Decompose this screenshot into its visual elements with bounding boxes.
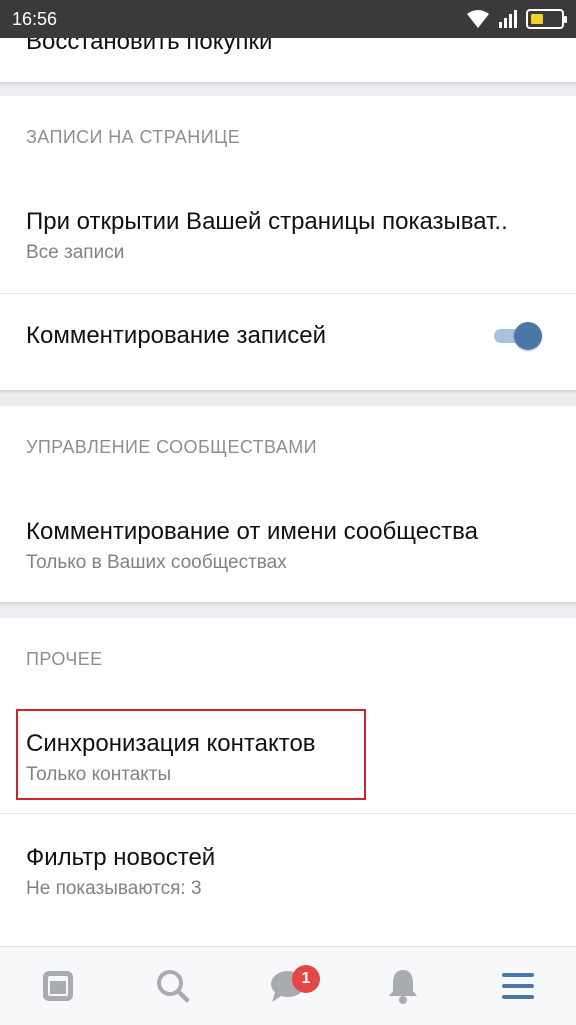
restore-purchases-label: Восстановить покупки [26, 38, 273, 55]
restore-purchases-row[interactable]: Восстановить покупки [0, 38, 576, 82]
news-icon [42, 971, 73, 1001]
status-time: 16:56 [12, 9, 58, 29]
battery-icon [526, 9, 567, 29]
bottom-navigation: 1 [0, 946, 576, 1025]
section-other-title: ПРОЧЕЕ [26, 649, 103, 669]
news-filter-value: Не показываются: 3 [26, 878, 202, 899]
messages-badge: 1 [292, 965, 320, 993]
nav-menu[interactable] [460, 947, 575, 1025]
section-communities-title: УПРАВЛЕНИЕ СООБЩЕСТВАМИ [26, 437, 317, 457]
section-communities: УПРАВЛЕНИЕ СООБЩЕСТВАМИ Комментирование … [0, 406, 576, 602]
notifications-icon [388, 970, 417, 1004]
page-display-value: Все записи [26, 242, 125, 263]
menu-icon [501, 973, 534, 999]
search-icon [156, 970, 189, 1003]
toggle-knob [514, 322, 542, 350]
section-posts-title: ЗАПИСИ НА СТРАНИЦЕ [26, 127, 241, 147]
comment-posts-title: Комментирование записей [26, 322, 327, 349]
status-icons [466, 7, 567, 31]
nav-messages[interactable]: 1 [230, 947, 345, 1025]
nav-news[interactable] [0, 947, 115, 1025]
nav-notifications[interactable] [345, 947, 460, 1025]
community-comment-value: Только в Ваших сообществах [26, 552, 287, 573]
community-comment-row[interactable]: Комментирование от имени сообщества Толь… [0, 494, 576, 602]
highlight-box [16, 709, 366, 800]
purchases-card: Восстановить покупки [0, 38, 576, 82]
news-filter-title: Фильтр новостей [26, 844, 216, 871]
comment-posts-row[interactable]: Комментирование записей [0, 294, 576, 390]
section-posts: ЗАПИСИ НА СТРАНИЦЕ При открытии Вашей ст… [0, 96, 576, 390]
page-display-title: При открытии Вашей страницы показыват.. [26, 208, 508, 235]
wifi-icon [467, 10, 489, 28]
signal-icon [499, 10, 517, 28]
nav-search[interactable] [115, 947, 230, 1025]
community-comment-title: Комментирование от имени сообщества [26, 518, 478, 545]
news-filter-row[interactable]: Фильтр новостей Не показываются: 3 [0, 814, 576, 924]
status-bar: 16:56 [0, 0, 576, 38]
page-display-row[interactable]: При открытии Вашей страницы показыват.. … [0, 186, 576, 293]
comment-posts-toggle[interactable] [494, 320, 546, 352]
